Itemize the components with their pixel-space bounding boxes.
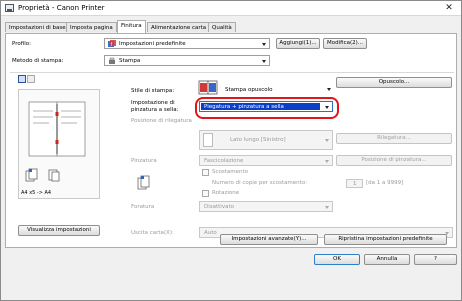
stitch-label-line1: Impostazione di [131, 100, 175, 106]
rotate-checkbox[interactable] [202, 190, 209, 197]
layout-preview-icon[interactable] [18, 75, 26, 83]
output-tray-label: Uscita carta(X): [131, 230, 174, 236]
title-bar: Proprietà - Canon Printer ✕ [1, 1, 461, 16]
offset-copies-value: 1 [353, 181, 357, 187]
preview-caption: A4 x5 -> A4 [21, 190, 52, 196]
stitch-label-line2: pinzatura a sella: [131, 107, 179, 113]
tab-basic-settings[interactable]: Impostazioni di base [5, 22, 70, 32]
fold-value: Disattivato [204, 204, 234, 210]
tab-finishing[interactable]: Finitura [117, 20, 146, 33]
profile-select[interactable]: f Impostazioni predefinite [104, 38, 270, 49]
output-method-value: Stampa [119, 58, 141, 64]
tab-paper-source[interactable]: Alimentazione carta [147, 22, 211, 32]
chevron-down-icon [262, 60, 266, 63]
ok-button[interactable]: OK [314, 254, 360, 265]
chevron-down-icon [325, 106, 329, 109]
tab-quality[interactable]: Qualità [208, 22, 236, 32]
saddle-stitch-value: Piegatura + pinzatura a sella [204, 104, 284, 110]
paper-stack-icon [25, 168, 43, 182]
chevron-down-icon [325, 139, 329, 142]
saddle-stitch-select[interactable]: Piegatura + pinzatura a sella [199, 101, 333, 112]
window-title: Proprietà - Canon Printer [18, 4, 105, 12]
binding-location-label: Posizione di rilegatura [131, 118, 192, 124]
cancel-button[interactable]: Annulla [364, 254, 410, 265]
tab-page-setup[interactable]: Imposta pagina [66, 22, 117, 32]
finishing-label: Pinzatura [131, 158, 157, 164]
tab-bar: Impostazioni di base Imposta pagina Fini… [5, 20, 457, 33]
binding-location-select[interactable]: Lato lungo [Sinistro] [199, 130, 333, 150]
booklet-options-button[interactable]: Opuscolo... [336, 77, 452, 88]
profile-label: Profilo: [12, 41, 31, 47]
print-style-select[interactable] [324, 84, 334, 95]
collate-icon [136, 175, 152, 191]
offset-checkbox[interactable] [202, 169, 209, 176]
offset-copies-spinner[interactable]: 1 [346, 179, 363, 188]
help-button[interactable]: ? [414, 254, 457, 265]
offset-label: Scostamento [212, 169, 249, 175]
svg-text:f: f [111, 42, 113, 48]
properties-window: Proprietà - Canon Printer ✕ Impostazioni… [0, 0, 462, 301]
advanced-settings-button[interactable]: Impostazioni avanzate(Y)... [220, 234, 318, 245]
divider [10, 72, 454, 73]
booklet-icon [198, 78, 220, 96]
close-button[interactable]: ✕ [440, 2, 458, 14]
restore-defaults-button[interactable]: Ripristina impostazioni predefinite [324, 234, 447, 245]
add-profile-button[interactable]: Aggiungi(1)... [276, 38, 320, 49]
staple-position-button[interactable]: Posizione di pinzatura... [336, 155, 452, 166]
chevron-down-icon [262, 43, 266, 46]
finishing-value: Fascicolazione [204, 158, 244, 164]
chevron-down-icon [325, 160, 329, 163]
print-style-value: Stampa opuscolo [225, 87, 273, 93]
printer-app-icon [5, 4, 14, 12]
output-method-select[interactable]: Stampa [104, 55, 270, 66]
fold-label: Foratura [131, 204, 155, 210]
offset-copies-label: Numero di copie per scostamento: [212, 180, 308, 186]
view-settings-button[interactable]: Visualizza impostazioni [18, 225, 100, 236]
binding-button[interactable]: Rilegatura... [336, 133, 452, 144]
profile-value: Impostazioni predefinite [119, 41, 186, 47]
rotate-label: Rotazione [212, 190, 240, 196]
fold-select[interactable]: Disattivato [199, 201, 333, 212]
finishing-select[interactable]: Fascicolazione [199, 155, 333, 166]
page-preview: A4 x5 -> A4 [18, 89, 100, 199]
output-icon [47, 168, 61, 182]
profile-icon: f [108, 40, 116, 48]
finishing-panel: Profilo: f Impostazioni predefinite Aggi… [5, 33, 457, 248]
chevron-down-icon [327, 88, 331, 91]
offset-copies-range: [da 1 a 9999] [366, 180, 404, 186]
printer-icon [108, 57, 116, 65]
output-tray-value: Auto [204, 230, 217, 236]
print-style-label: Stile di stampa: [131, 88, 175, 94]
edit-profile-button[interactable]: Modifica(2)... [323, 38, 367, 49]
settings-preview-icon[interactable] [27, 75, 35, 83]
output-method-label: Metodo di stampa: [12, 58, 64, 64]
binding-location-value: Lato lungo [Sinistro] [230, 137, 286, 143]
chevron-down-icon [325, 206, 329, 209]
page-icon [203, 133, 213, 147]
